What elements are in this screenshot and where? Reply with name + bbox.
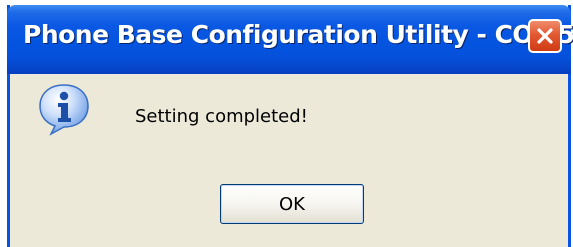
- message-text: Setting completed!: [135, 106, 308, 127]
- close-button[interactable]: [528, 19, 562, 53]
- window-title: Phone Base Configuration Utility - COM5: [23, 20, 573, 49]
- title-bar[interactable]: Phone Base Configuration Utility - COM5: [7, 5, 573, 74]
- close-icon: [537, 28, 553, 44]
- ok-button[interactable]: OK: [220, 184, 364, 224]
- information-icon: [39, 84, 89, 136]
